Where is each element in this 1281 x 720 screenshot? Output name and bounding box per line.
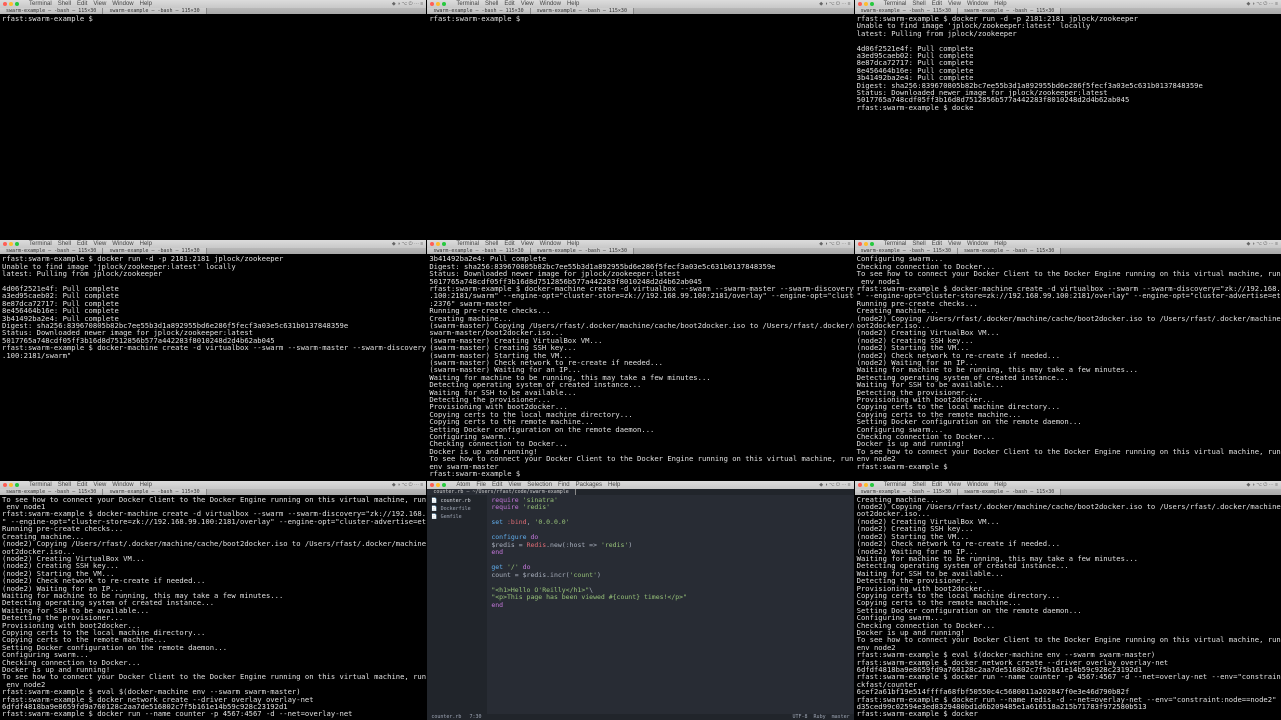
terminal-body[interactable]: rfast:swarm-example $ bbox=[0, 14, 426, 239]
terminal-window: TerminalShellEditViewWindowHelp ◆ ◑ ⌥ ⏻ … bbox=[0, 481, 426, 720]
close-icon[interactable] bbox=[430, 242, 434, 246]
menu-item[interactable]: Shell bbox=[58, 1, 71, 7]
minimize-icon[interactable] bbox=[864, 2, 868, 6]
zoom-icon[interactable] bbox=[15, 242, 19, 246]
terminal-window: TerminalShellEditViewWindowHelp ◆ ◑ ⌥ ⏻ … bbox=[855, 481, 1281, 720]
terminal-window: TerminalShellEditViewWindowHelp ◆ ◑ ⌥ ⏻ … bbox=[427, 240, 853, 479]
status-lang[interactable]: Ruby bbox=[814, 714, 826, 720]
close-icon[interactable] bbox=[3, 242, 7, 246]
terminal-body[interactable]: Creating machine... (node2) Copying /Use… bbox=[855, 495, 1281, 720]
titlebar[interactable]: Atom File Edit View Selection Find Packa… bbox=[427, 481, 853, 489]
terminal-window: Terminal Shell Edit View Window Help ◆ ◑… bbox=[0, 0, 426, 239]
tree-item[interactable]: 📄 Gemfile bbox=[431, 513, 483, 521]
terminal-window: TerminalShellEditViewWindowHelp ◆ ◑ ⌥ ⏻ … bbox=[855, 240, 1281, 479]
terminal-body[interactable]: rfast:swarm-example $ bbox=[427, 14, 853, 239]
minimize-icon[interactable] bbox=[864, 483, 868, 487]
close-icon[interactable] bbox=[430, 483, 434, 487]
zoom-icon[interactable] bbox=[442, 2, 446, 6]
file-tree[interactable]: 📄 counter.rb📄 Dockerfile📄 Gemfile bbox=[427, 495, 487, 714]
status-branch[interactable]: master bbox=[832, 714, 850, 720]
status-file: counter.rb bbox=[431, 714, 461, 720]
menu-item[interactable]: View bbox=[93, 1, 106, 7]
menu-item[interactable]: Edit bbox=[77, 1, 87, 7]
menu-item[interactable]: Window bbox=[112, 1, 133, 7]
minimize-icon[interactable] bbox=[9, 242, 13, 246]
statusbar-icons: ◆ ◑ ⌥ ⏻ ⋯ ≡ bbox=[392, 1, 423, 7]
close-icon[interactable] bbox=[858, 483, 862, 487]
zoom-icon[interactable] bbox=[442, 483, 446, 487]
terminal-body[interactable]: rfast:swarm-example $ docker run -d -p 2… bbox=[855, 14, 1281, 239]
close-icon[interactable] bbox=[858, 2, 862, 6]
terminal-window: TerminalShellEditViewWindowHelp ◆ ◑ ⌥ ⏻ … bbox=[855, 0, 1281, 239]
statusbar: counter.rb 7:30 UTF-8 Ruby master bbox=[427, 714, 853, 720]
titlebar[interactable]: Terminal Shell Edit View Window Help ◆ ◑… bbox=[0, 0, 426, 8]
zoom-icon[interactable] bbox=[442, 242, 446, 246]
terminal-body[interactable]: To see how to connect your Docker Client… bbox=[0, 495, 426, 720]
minimize-icon[interactable] bbox=[9, 483, 13, 487]
zoom-icon[interactable] bbox=[870, 483, 874, 487]
minimize-icon[interactable] bbox=[436, 483, 440, 487]
terminal-body[interactable]: Configuring swarm... Checking connection… bbox=[855, 254, 1281, 479]
close-icon[interactable] bbox=[858, 242, 862, 246]
menubar: Terminal Shell Edit View Window Help bbox=[29, 1, 152, 7]
zoom-icon[interactable] bbox=[15, 483, 19, 487]
titlebar[interactable]: TerminalShellEditViewWindowHelp ◆ ◑ ⌥ ⏻ … bbox=[855, 0, 1281, 8]
close-icon[interactable] bbox=[430, 2, 434, 6]
terminal-window: TerminalShellEditViewWindowHelp ◆ ◑ ⌥ ⏻ … bbox=[0, 240, 426, 479]
code-editor[interactable]: require 'sinatra'require 'redis'set :bin… bbox=[487, 495, 853, 714]
menu-app[interactable]: Terminal bbox=[29, 1, 52, 7]
minimize-icon[interactable] bbox=[9, 2, 13, 6]
close-icon[interactable] bbox=[3, 483, 7, 487]
atom-window: Atom File Edit View Selection Find Packa… bbox=[427, 481, 853, 720]
tree-item[interactable]: 📄 Dockerfile bbox=[431, 505, 483, 513]
editor-body: 📄 counter.rb📄 Dockerfile📄 Gemfile requir… bbox=[427, 495, 853, 714]
zoom-icon[interactable] bbox=[870, 2, 874, 6]
minimize-icon[interactable] bbox=[436, 242, 440, 246]
titlebar[interactable]: TerminalShellEditViewWindowHelp ◆ ◑ ⌥ ⏻ … bbox=[427, 0, 853, 8]
menu-app[interactable]: Atom bbox=[456, 482, 470, 488]
traffic-lights bbox=[3, 2, 19, 6]
status-cursor: 7:30 bbox=[469, 714, 481, 720]
terminal-body[interactable]: 3b41492ba2e4: Pull complete Digest: sha2… bbox=[427, 254, 853, 479]
close-icon[interactable] bbox=[3, 2, 7, 6]
terminal-window: TerminalShellEditViewWindowHelp ◆ ◑ ⌥ ⏻ … bbox=[427, 0, 853, 239]
minimize-icon[interactable] bbox=[864, 242, 868, 246]
minimize-icon[interactable] bbox=[436, 2, 440, 6]
zoom-icon[interactable] bbox=[15, 2, 19, 6]
menu-item[interactable]: Help bbox=[140, 1, 152, 7]
tree-item[interactable]: 📄 counter.rb bbox=[431, 497, 483, 505]
terminal-body[interactable]: rfast:swarm-example $ docker run -d -p 2… bbox=[0, 254, 426, 479]
zoom-icon[interactable] bbox=[870, 242, 874, 246]
status-encoding[interactable]: UTF-8 bbox=[792, 714, 807, 720]
